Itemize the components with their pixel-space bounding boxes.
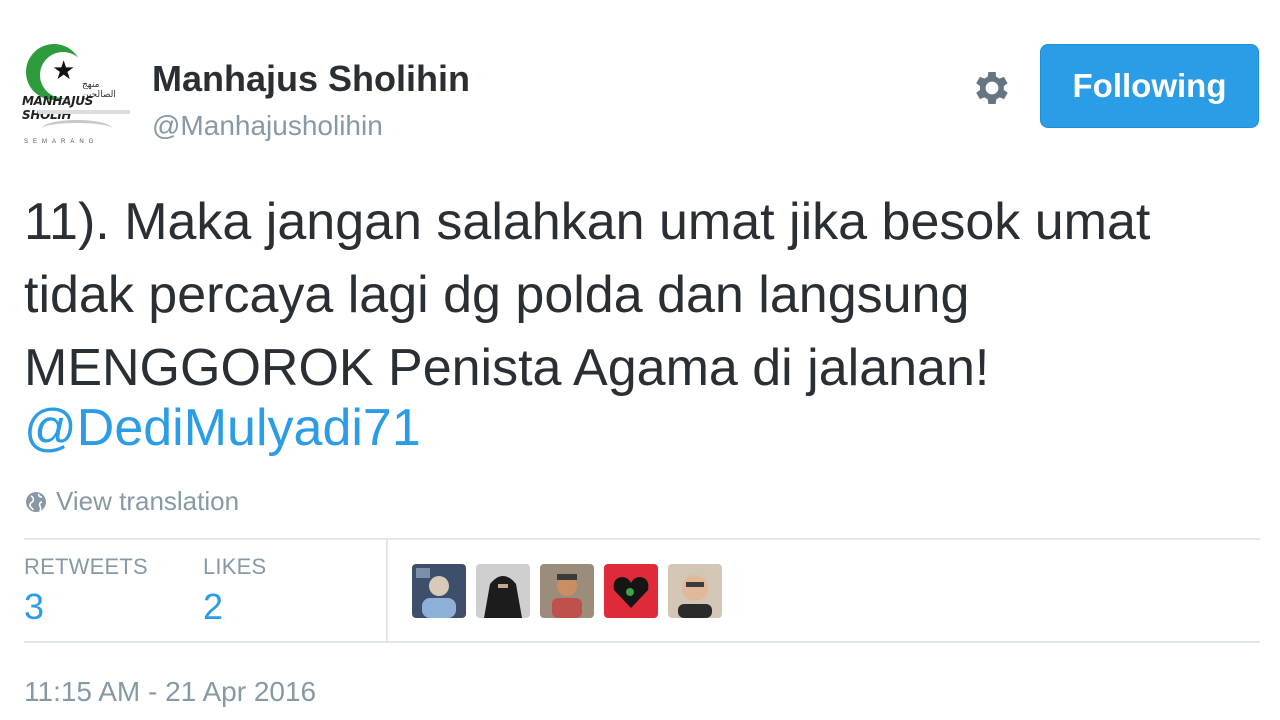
liker-avatar-1[interactable]	[412, 564, 466, 618]
view-translation-label: View translation	[56, 486, 240, 516]
avatar-logo-text: MANHAJUS SHOLIH	[22, 94, 94, 122]
liker-avatar-5[interactable]	[668, 564, 722, 618]
avatar-logo-city: SEMARANG	[24, 139, 99, 145]
account-handle[interactable]: @Manhajusholihin	[152, 110, 383, 142]
tweet-text: 11). Maka jangan salahkan umat jika beso…	[24, 186, 1264, 405]
stats-divider-bottom	[24, 641, 1260, 643]
following-button[interactable]: Following	[1040, 44, 1259, 128]
stats-divider-top	[24, 538, 1260, 540]
retweets-label: RETWEETS	[24, 554, 148, 579]
view-translation-link[interactable]: View translation	[24, 486, 239, 517]
gear-icon[interactable]	[970, 66, 1014, 110]
star-icon: ★	[52, 56, 76, 86]
retweets-stat[interactable]: RETWEETS 3	[24, 554, 148, 628]
account-name[interactable]: Manhajus Sholihin	[152, 58, 470, 100]
mention-link[interactable]: @DediMulyadi71	[24, 398, 421, 458]
tweet-text-line-1: 11). Maka jangan salahkan umat jika beso…	[24, 193, 1151, 251]
stats-divider-vertical	[386, 540, 388, 641]
tweet-text-line-3: MENGGOROK Penista Agama di jalanan!	[24, 339, 990, 397]
likes-stat[interactable]: LIKES 2	[203, 554, 266, 628]
liker-avatar-2[interactable]	[476, 564, 530, 618]
profile-avatar[interactable]: ★ منهج الصالحين MANHAJUS SHOLIH SEMARANG	[22, 42, 132, 152]
likers-avatars	[412, 564, 722, 618]
likes-label: LIKES	[203, 554, 267, 579]
tweet-timestamp[interactable]: 11:15 AM - 21 Apr 2016	[24, 676, 316, 708]
liker-avatar-4[interactable]	[604, 564, 658, 618]
avatar-logo-swoosh	[42, 120, 112, 137]
retweets-count: 3	[24, 586, 45, 627]
liker-avatar-3[interactable]	[540, 564, 594, 618]
globe-icon	[26, 491, 46, 512]
tweet-text-line-2: tidak percaya lagi dg polda dan langsung	[24, 266, 970, 324]
likes-count: 2	[203, 586, 224, 627]
tweet-card: ★ منهج الصالحين MANHAJUS SHOLIH SEMARANG…	[0, 0, 1280, 720]
avatar-logo-bar	[38, 110, 130, 114]
